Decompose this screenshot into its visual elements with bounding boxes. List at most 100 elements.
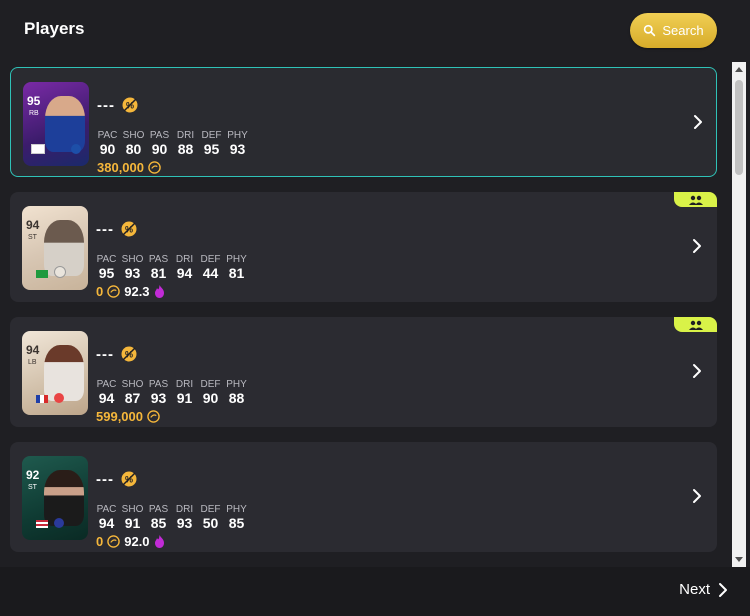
stat-value: 93 xyxy=(229,141,246,157)
stat-value: 88 xyxy=(177,141,194,157)
player-rating: 95 xyxy=(27,94,41,108)
stat-value: 81 xyxy=(150,265,167,281)
stat-value: 91 xyxy=(176,390,193,406)
stat-label: PHY xyxy=(226,379,247,390)
france-flag-icon xyxy=(36,395,48,403)
untradeable-icon: % xyxy=(122,97,138,113)
player-rating: 94 xyxy=(26,218,40,232)
player-card-image: 92 ST xyxy=(22,456,88,540)
club-badge-icon xyxy=(71,144,81,154)
player-rating: 92 xyxy=(26,468,40,482)
player-name-row: --- % xyxy=(96,345,138,363)
player-name: --- xyxy=(96,470,114,488)
search-button-label: Search xyxy=(662,23,704,38)
next-button[interactable]: Next xyxy=(679,581,728,598)
group-icon xyxy=(688,320,703,330)
stat-label: PAC xyxy=(96,504,117,515)
stat-value: 88 xyxy=(228,390,245,406)
stat-label: PAC xyxy=(96,379,117,390)
player-name: --- xyxy=(96,345,114,363)
player-price-row: 0 92.3 xyxy=(96,284,165,299)
player-stats: PAC 94 SHO 91 PAS 85 DRI 93 DEF 50 PHY 85 xyxy=(96,504,247,531)
untradeable-icon: % xyxy=(121,471,137,487)
coin-icon xyxy=(147,410,160,423)
flame-icon xyxy=(154,285,164,298)
stat-label: SHO xyxy=(121,379,144,390)
player-stats: PAC 95 SHO 93 PAS 81 DRI 94 DEF 44 PHY 81 xyxy=(96,254,247,281)
player-stats: PAC 90 SHO 80 PAS 90 DRI 88 DEF 95 PHY 93 xyxy=(97,130,248,157)
player-portrait xyxy=(44,345,84,401)
scroll-up-arrow-icon[interactable] xyxy=(735,67,743,72)
chevron-right-icon[interactable] xyxy=(690,361,704,381)
stat-label: PAS xyxy=(148,379,169,390)
stat-label: PAS xyxy=(148,504,169,515)
player-name: --- xyxy=(96,220,114,238)
search-button[interactable]: Search xyxy=(630,13,717,48)
stat-label: DEF xyxy=(200,504,221,515)
player-chem-value: 92.3 xyxy=(124,284,150,299)
footer: Next xyxy=(0,567,750,616)
player-card[interactable]: 92 ST --- % PAC94 SHO91 PAS85 DRI93 DEF5… xyxy=(10,442,717,552)
player-card[interactable]: 94 LB --- % PAC94 SHO87 PAS93 DRI91 DEF9… xyxy=(10,317,717,427)
brazil-flag-icon xyxy=(36,270,48,278)
scrollbar-thumb[interactable] xyxy=(735,80,743,175)
next-button-label: Next xyxy=(679,581,710,598)
squad-badge xyxy=(674,192,717,207)
player-card[interactable]: 94 ST --- % PAC95 SHO93 PAS81 DRI94 DEF4… xyxy=(10,192,717,302)
top-bar: Players Search xyxy=(0,0,750,60)
stat-value: 90 xyxy=(99,141,116,157)
chevron-right-icon[interactable] xyxy=(691,112,705,132)
player-name: --- xyxy=(97,96,115,114)
chevron-right-icon[interactable] xyxy=(690,236,704,256)
stat-label: PHY xyxy=(226,254,247,265)
stat-value: 94 xyxy=(176,265,193,281)
untradeable-icon: % xyxy=(121,221,137,237)
player-portrait xyxy=(44,470,84,526)
player-position: ST xyxy=(28,484,37,491)
stat-label: SHO xyxy=(121,254,144,265)
stat-value: 80 xyxy=(125,141,142,157)
chevron-right-icon[interactable] xyxy=(690,486,704,506)
stat-value: 93 xyxy=(124,265,141,281)
chevron-right-icon xyxy=(719,582,727,597)
club-badge-icon xyxy=(54,266,66,278)
stat-label: DRI xyxy=(175,379,194,390)
stat-value: 81 xyxy=(228,265,245,281)
player-price: 0 xyxy=(96,284,104,299)
player-position: ST xyxy=(28,234,37,241)
flame-icon xyxy=(154,535,164,548)
coin-icon xyxy=(148,161,161,174)
player-name-row: --- % xyxy=(96,470,138,488)
england-flag-icon xyxy=(31,144,45,154)
stat-label: SHO xyxy=(122,130,145,141)
stat-value: 44 xyxy=(202,265,219,281)
player-card[interactable]: 95 RB --- % PAC90 SHO80 PAS90 DRI88 DEF9… xyxy=(10,67,717,177)
search-icon xyxy=(644,24,656,37)
player-price-row: 380,000 xyxy=(97,160,161,175)
stat-value: 90 xyxy=(202,390,219,406)
stat-label: DEF xyxy=(200,254,221,265)
players-list[interactable]: 95 RB --- % PAC90 SHO80 PAS90 DRI88 DEF9… xyxy=(0,62,732,567)
scroll-down-arrow-icon[interactable] xyxy=(735,557,743,562)
usa-flag-icon xyxy=(36,520,48,528)
player-rating: 94 xyxy=(26,343,40,357)
stat-value: 85 xyxy=(228,515,245,531)
scrollbar[interactable] xyxy=(732,62,746,567)
player-name-row: --- % xyxy=(97,96,139,114)
page-title: Players xyxy=(24,19,85,38)
player-card-image: 94 LB xyxy=(22,331,88,415)
player-stats: PAC 94 SHO 87 PAS 93 DRI 91 DEF 90 PHY 88 xyxy=(96,379,247,406)
club-badge-icon xyxy=(54,393,64,403)
stat-value: 91 xyxy=(124,515,141,531)
stat-label: PAS xyxy=(149,130,170,141)
player-portrait xyxy=(45,96,85,152)
player-position: LB xyxy=(28,359,37,366)
stat-label: DEF xyxy=(201,130,222,141)
stat-label: DRI xyxy=(175,254,194,265)
stat-value: 93 xyxy=(176,515,193,531)
group-icon xyxy=(688,195,703,205)
stat-value: 93 xyxy=(150,390,167,406)
stat-label: PAS xyxy=(148,254,169,265)
coin-icon xyxy=(107,285,121,298)
player-price: 380,000 xyxy=(97,160,144,175)
